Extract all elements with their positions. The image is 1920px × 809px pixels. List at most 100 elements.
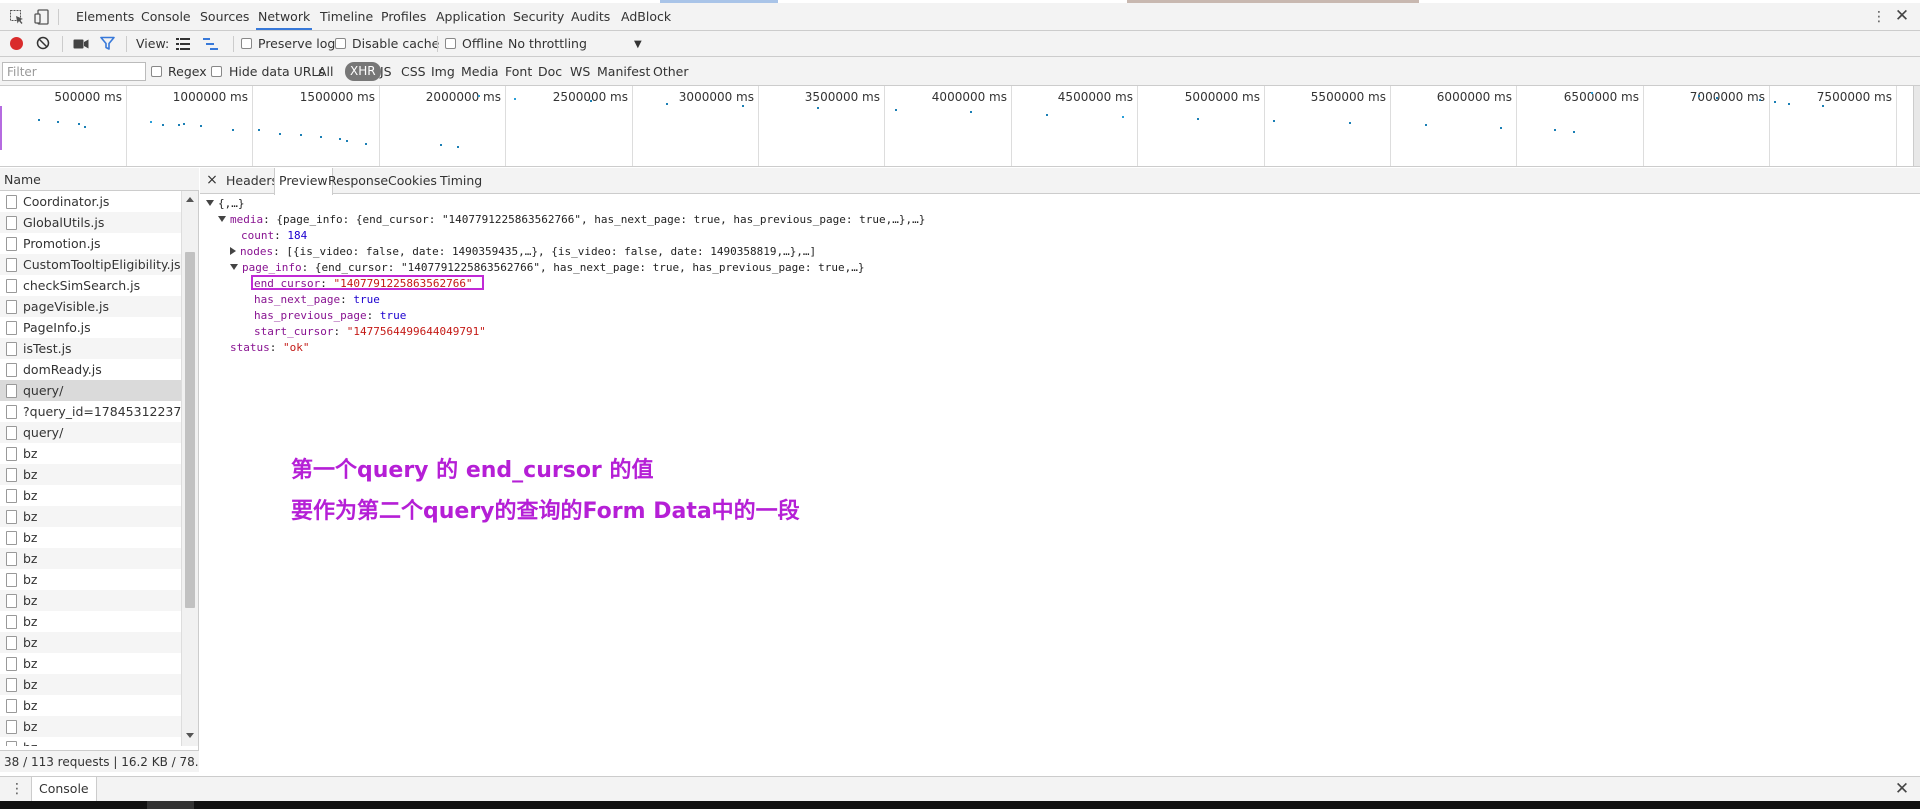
request-name: bz	[23, 614, 38, 629]
large-request-rows-icon[interactable]	[176, 38, 190, 50]
request-row[interactable]: bz	[0, 716, 181, 737]
overview-selection-edge[interactable]	[0, 106, 2, 150]
file-icon	[6, 594, 17, 608]
scroll-thumb[interactable]	[185, 252, 195, 608]
tab-application[interactable]: Application	[434, 3, 508, 30]
request-row[interactable]: GlobalUtils.js	[0, 212, 181, 233]
drawer-menu-icon[interactable]: ⋮	[10, 780, 24, 798]
tab-network[interactable]: Network	[256, 3, 313, 30]
request-row[interactable]: PageInfo.js	[0, 317, 181, 338]
request-row[interactable]: checkSimSearch.js	[0, 275, 181, 296]
request-row[interactable]: bz	[0, 485, 181, 506]
disable-cache-checkbox[interactable]	[335, 38, 346, 49]
capture-screenshots-icon[interactable]	[73, 38, 89, 50]
hide-data-urls-checkbox[interactable]	[211, 66, 222, 77]
scroll-down-icon[interactable]	[186, 733, 194, 738]
type-filter-all[interactable]: All	[318, 57, 334, 86]
tab-cookies[interactable]: Cookies	[384, 168, 441, 194]
request-row[interactable]: ?query_id=17845312237175864	[0, 401, 181, 422]
request-row[interactable]: Coordinator.js	[0, 191, 181, 212]
expand-arrow-icon[interactable]	[218, 216, 226, 222]
overview-time-label: 5000000 ms	[1184, 90, 1260, 104]
more-options-icon[interactable]: ⋮	[1872, 9, 1886, 25]
close-drawer-icon[interactable]: ✕	[1894, 779, 1910, 799]
regex-checkbox[interactable]	[151, 66, 162, 77]
expand-arrow-icon[interactable]	[206, 200, 214, 206]
overview-request-mark	[457, 146, 459, 148]
collapse-arrow-icon[interactable]	[230, 247, 236, 255]
overview-request-mark	[1197, 118, 1199, 120]
clear-icon[interactable]	[36, 36, 50, 50]
tab-profiles[interactable]: Profiles	[379, 3, 428, 30]
file-icon	[6, 510, 17, 524]
request-row[interactable]: bz	[0, 548, 181, 569]
close-devtools-icon[interactable]: ✕	[1894, 7, 1910, 25]
show-overview-icon[interactable]	[203, 38, 218, 50]
tab-console-drawer[interactable]: Console	[31, 777, 97, 801]
tab-security[interactable]: Security	[511, 3, 566, 30]
request-row[interactable]: bz	[0, 611, 181, 632]
device-toolbar-icon[interactable]	[34, 9, 50, 25]
request-row[interactable]: bz	[0, 464, 181, 485]
request-row[interactable]: bz	[0, 653, 181, 674]
tab-sources[interactable]: Sources	[198, 3, 251, 30]
request-row[interactable]: bz	[0, 527, 181, 548]
throttling-select[interactable]: No throttling	[508, 31, 587, 57]
request-row[interactable]: bz	[0, 674, 181, 695]
request-row[interactable]: bz	[0, 590, 181, 611]
name-column-header[interactable]: Name	[0, 168, 199, 191]
expand-arrow-icon[interactable]	[230, 264, 238, 270]
type-filter-font[interactable]: Font	[505, 57, 532, 86]
chevron-down-icon[interactable]: ▼	[634, 39, 642, 50]
tab-timing[interactable]: Timing	[436, 168, 486, 194]
type-filter-other[interactable]: Other	[653, 57, 689, 86]
request-row[interactable]: bz	[0, 632, 181, 653]
tab-elements[interactable]: Elements	[74, 3, 136, 30]
preserve-log-checkbox[interactable]	[241, 38, 252, 49]
request-row[interactable]: domReady.js	[0, 359, 181, 380]
request-row[interactable]: isTest.js	[0, 338, 181, 359]
json-page-info[interactable]: page_info: {end_cursor: "140779122586356…	[230, 260, 865, 276]
json-media[interactable]: media: {page_info: {end_cursor: "1407791…	[218, 212, 925, 228]
json-nodes[interactable]: nodes: [{is_video: false, date: 14903594…	[230, 244, 816, 260]
scroll-up-icon[interactable]	[186, 197, 194, 202]
request-list-scrollbar[interactable]	[181, 191, 198, 746]
type-filter-xhr[interactable]: XHR	[345, 62, 381, 81]
tab-audits[interactable]: Audits	[569, 3, 612, 30]
request-row[interactable]: bz	[0, 695, 181, 716]
request-name: isTest.js	[23, 341, 72, 356]
type-filter-manifest[interactable]: Manifest	[597, 57, 650, 86]
request-row[interactable]: bz	[0, 443, 181, 464]
request-row[interactable]: bz	[0, 569, 181, 590]
overview-scrollbar[interactable]	[1913, 86, 1920, 166]
overview-time-label: 3500000 ms	[804, 90, 880, 104]
json-root[interactable]: {,…}	[206, 196, 245, 212]
request-row[interactable]: query/	[0, 422, 181, 443]
request-row[interactable]: Promotion.js	[0, 233, 181, 254]
tab-adblock[interactable]: AdBlock	[619, 3, 673, 30]
close-detail-icon[interactable]: ×	[205, 171, 219, 189]
type-filter-css[interactable]: CSS	[401, 57, 426, 86]
overview-request-mark	[590, 100, 592, 102]
type-filter-doc[interactable]: Doc	[538, 57, 562, 86]
tab-timeline[interactable]: Timeline	[318, 3, 375, 30]
network-overview[interactable]: 500000 ms 1000000 ms 1500000 ms 2000000 ms 2…	[0, 86, 1920, 167]
filter-input[interactable]	[2, 62, 146, 81]
request-row[interactable]: query/	[0, 380, 181, 401]
request-list: Name Coordinator.js GlobalUtils.js Promoti…	[0, 168, 199, 772]
offline-checkbox[interactable]	[445, 38, 456, 49]
type-filter-img[interactable]: Img	[431, 57, 455, 86]
request-row[interactable]: CustomTooltipEligibility.js	[0, 254, 181, 275]
request-row[interactable]: bz	[0, 737, 181, 746]
request-row[interactable]: pageVisible.js	[0, 296, 181, 317]
filter-icon[interactable]	[100, 36, 115, 51]
request-row[interactable]: bz	[0, 506, 181, 527]
type-filter-media[interactable]: Media	[461, 57, 499, 86]
tab-console[interactable]: Console	[139, 3, 193, 30]
tab-response[interactable]: Response	[324, 168, 392, 194]
type-filter-ws[interactable]: WS	[570, 57, 590, 86]
inspect-element-icon[interactable]	[9, 9, 25, 25]
preserve-log-label: Preserve log	[258, 36, 336, 51]
type-filter-js[interactable]: JS	[380, 57, 392, 86]
record-icon[interactable]	[10, 37, 23, 50]
